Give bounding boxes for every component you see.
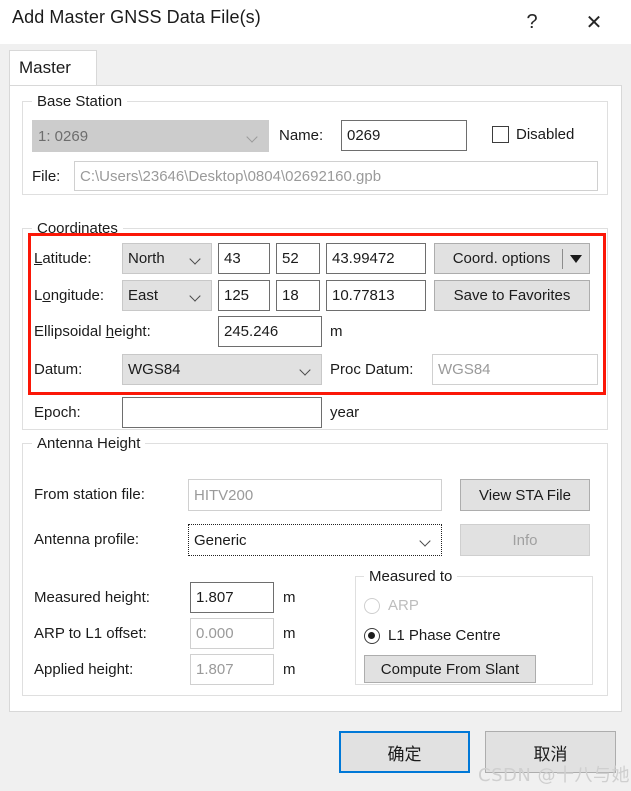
base-station-select[interactable]: 1: 0269 [32,120,269,152]
measured-height-input[interactable]: 1.807 [190,582,274,613]
file-path-input[interactable]: C:\Users\23646\Desktop\0804\02692160.gpb [74,161,598,191]
coord-options-dropdown-arrow[interactable] [563,254,589,263]
latitude-seconds-input[interactable]: 43.99472 [326,243,426,274]
window-title: Add Master GNSS Data File(s) [12,7,261,27]
radio-l1-phase-centre[interactable]: L1 Phase Centre [364,627,501,644]
view-sta-file-button[interactable]: View STA File [460,479,590,511]
coordinates-group-title: Coordinates [32,220,123,237]
radio-arp: ARP [364,597,419,614]
close-icon[interactable]: ✕ [571,0,617,44]
measured-height-unit: m [283,589,296,606]
epoch-label: Epoch: [34,404,81,421]
help-icon[interactable]: ? [509,0,555,44]
triangle-down-icon [570,254,582,263]
measured-to-group-title: Measured to [364,568,458,585]
info-button: Info [460,524,590,556]
latitude-degrees-input[interactable]: 43 [218,243,270,274]
watermark: CSDN @十八与她 [478,765,631,786]
antenna-profile-label: Antenna profile: [34,531,140,548]
title-bar: Add Master GNSS Data File(s) ? ✕ [0,0,631,44]
datum-select[interactable]: WGS84 [122,354,322,385]
longitude-minutes-input[interactable]: 18 [276,280,320,311]
base-station-select-value: 1: 0269 [38,127,89,145]
epoch-input[interactable] [122,397,322,428]
chevron-down-icon [190,289,203,302]
longitude-degrees-input[interactable]: 125 [218,280,270,311]
ellipsoidal-height-label: Ellipsoidal height: [34,323,151,340]
tab-strip [9,44,622,58]
ellipsoidal-height-input[interactable]: 245.246 [218,316,322,347]
arp-to-l1-offset-label: ARP to L1 offset: [34,625,147,642]
radio-arp-label: ARP [388,597,419,614]
arp-to-l1-offset-input: 0.000 [190,618,274,649]
radio-l1-phase-centre-label: L1 Phase Centre [388,627,501,644]
file-label: File: [32,168,61,185]
epoch-unit: year [330,404,360,421]
name-input[interactable]: 0269 [341,120,467,151]
compute-from-slant-button[interactable]: Compute From Slant [364,655,536,683]
applied-height-input: 1.807 [190,654,274,685]
disabled-checkbox-label: Disabled [516,126,575,143]
save-to-favorites-button[interactable]: Save to Favorites [434,280,590,311]
proc-datum-input: WGS84 [432,354,598,385]
antenna-profile-select[interactable]: Generic [188,524,442,556]
datum-label: Datum: [34,361,83,378]
ok-button[interactable]: 确定 [339,731,470,773]
chevron-down-icon [190,252,203,265]
radio-button-icon [364,627,380,644]
chevron-down-icon [247,130,260,143]
coord-options-button[interactable]: Coord. options [434,243,590,274]
measured-height-label: Measured height: [34,589,150,606]
longitude-label: Longitude: [34,287,105,304]
longitude-hemisphere-select[interactable]: East [122,280,212,311]
base-station-group-title: Base Station [32,93,128,110]
latitude-label: Latitude: [34,250,92,267]
longitude-hemisphere-value: East [128,287,159,304]
tab-master-label: Master [19,58,71,77]
checkbox-box-icon [492,126,509,143]
coord-options-label: Coord. options [452,250,551,267]
radio-button-icon [364,597,380,614]
datum-select-value: WGS84 [128,361,181,378]
antenna-profile-value: Generic [194,531,247,549]
applied-height-unit: m [283,661,296,678]
applied-height-label: Applied height: [34,661,134,678]
disabled-checkbox[interactable]: Disabled [492,126,574,143]
chevron-down-icon [300,363,313,376]
longitude-seconds-input[interactable]: 10.77813 [326,280,426,311]
arp-to-l1-offset-unit: m [283,625,296,642]
from-station-file-input: HITV200 [188,479,442,511]
proc-datum-label: Proc Datum: [330,361,414,378]
ellipsoidal-height-unit: m [330,323,343,340]
from-station-file-label: From station file: [34,486,145,503]
antenna-height-group-title: Antenna Height [32,435,146,452]
chevron-down-icon [420,534,433,547]
name-label: Name: [279,127,324,144]
latitude-minutes-input[interactable]: 52 [276,243,320,274]
latitude-hemisphere-select[interactable]: North [122,243,212,274]
latitude-hemisphere-value: North [128,250,165,267]
